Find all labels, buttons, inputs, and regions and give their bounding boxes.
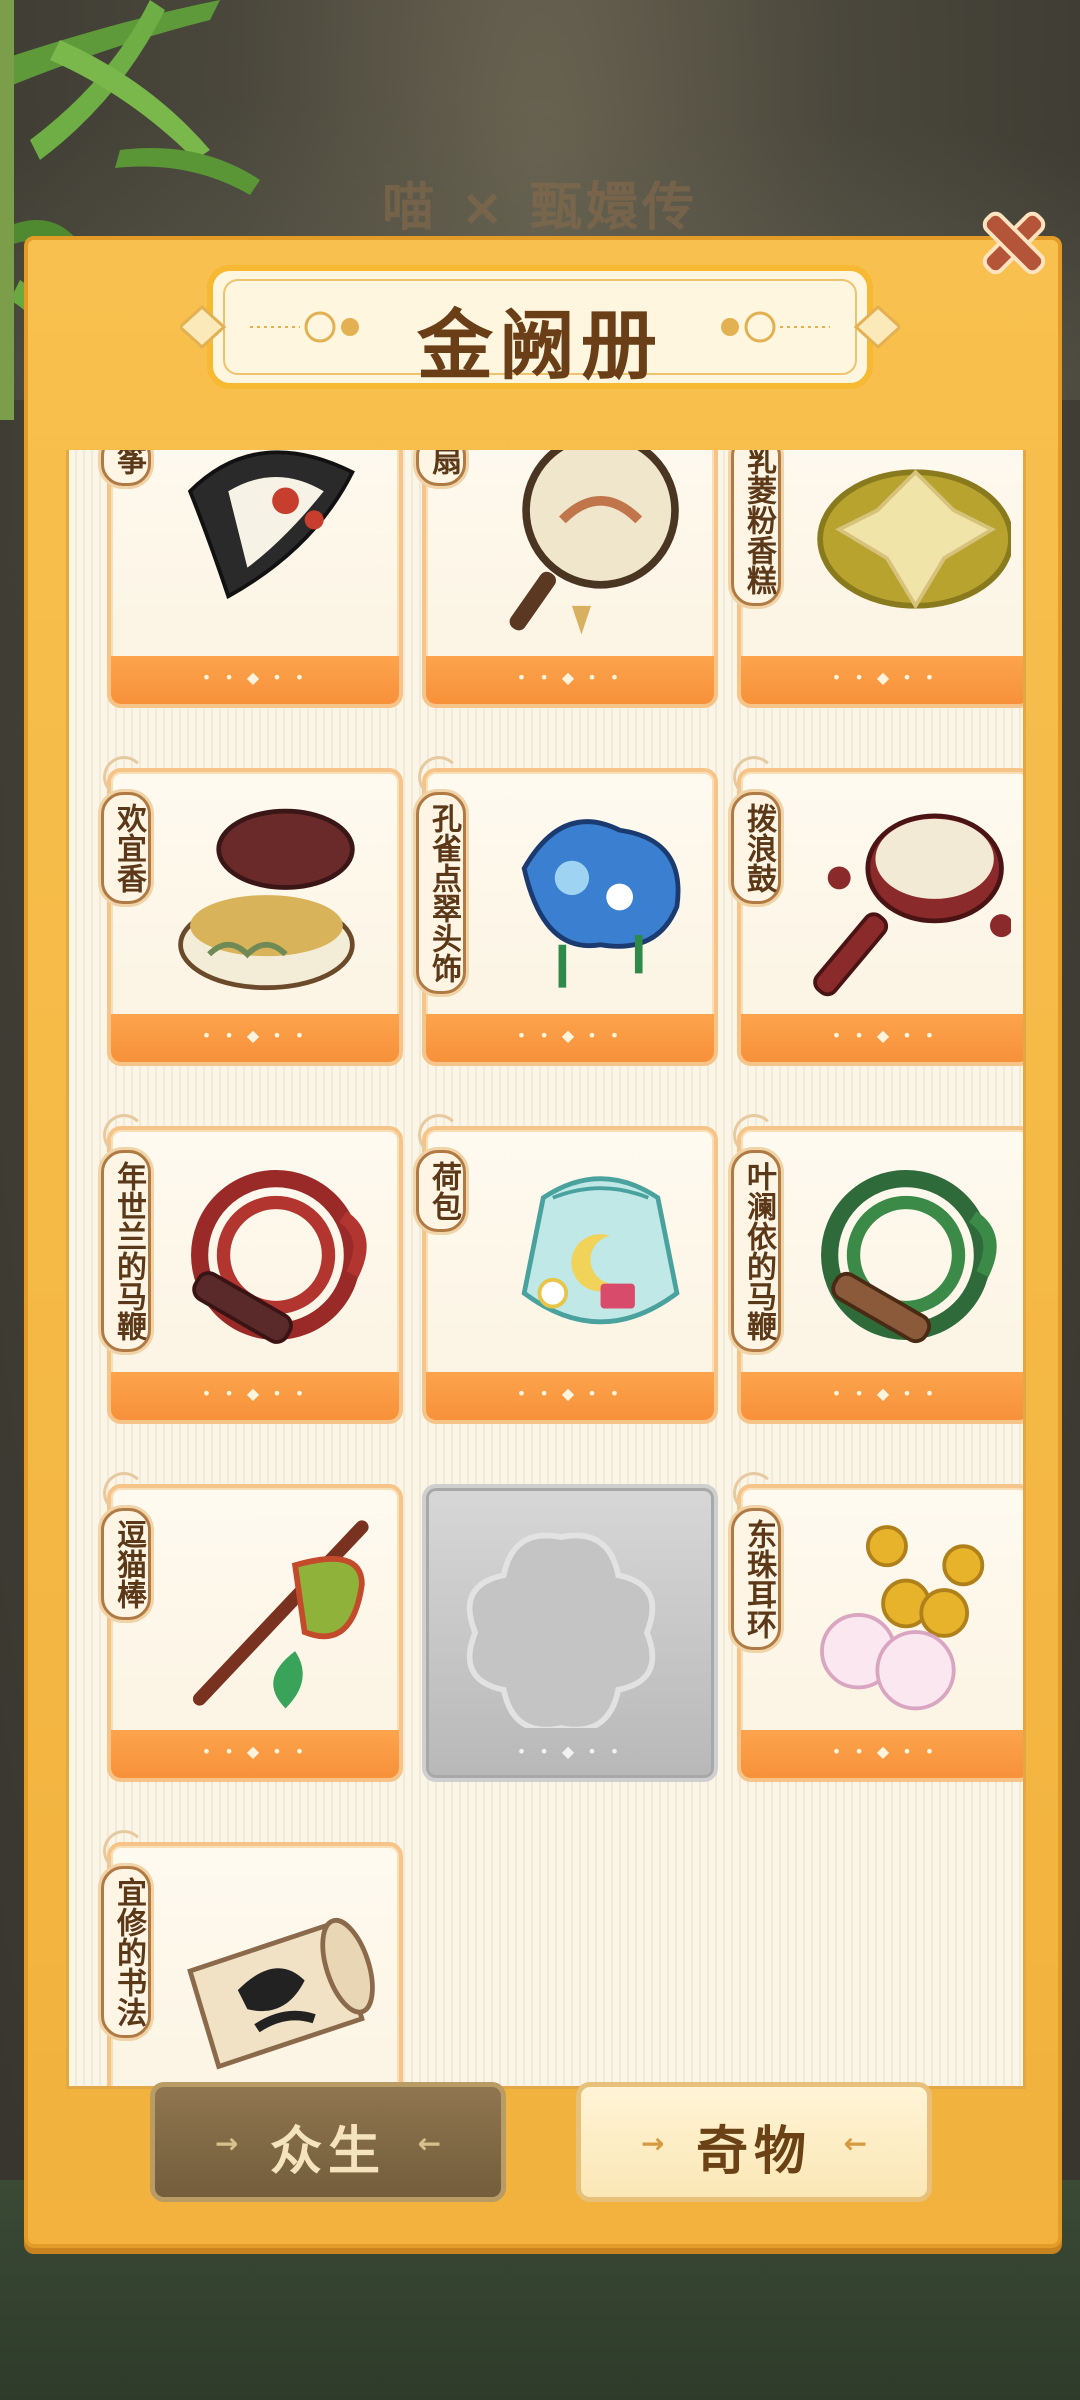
- collection-grid-area: 筝 • • ◆ • • 扇 • • ◆ • • 乳菱粉香糕 • • ◆ • • 欢宜香 • •…: [66, 450, 1026, 2089]
- item-name-label: 拨浪鼓: [731, 792, 781, 904]
- card-footer: • • ◆ • •: [111, 656, 399, 704]
- item-card[interactable]: 拨浪鼓 • • ◆ • •: [731, 756, 1023, 1066]
- item-card[interactable]: 筝 • • ◆ • •: [101, 450, 403, 708]
- cake-plate-icon: [817, 469, 1011, 610]
- item-name-label: 年世兰的马鞭: [101, 1150, 151, 1352]
- collection-scroll-area[interactable]: 筝 • • ◆ • • 扇 • • ◆ • • 乳菱粉香糕 • • ◆ • • 欢宜香 • •…: [69, 450, 1023, 2086]
- collection-panel: 筝 • • ◆ • • 扇 • • ◆ • • 乳菱粉香糕 • • ◆ • • 欢宜香 • •…: [24, 236, 1062, 2248]
- item-card[interactable]: 叶澜依的马鞭 • • ◆ • •: [731, 1114, 1023, 1424]
- item-name-label: 筝: [101, 450, 151, 486]
- round-fan-icon: [509, 450, 679, 635]
- calligraphy-scroll-icon: [187, 1917, 375, 2070]
- rattle-drum-icon: [813, 813, 1011, 997]
- kite-icon: [187, 450, 355, 600]
- ornament-dots-icon: • • ◆ • •: [201, 1384, 309, 1403]
- arrow-left-icon: ←: [417, 2127, 441, 2160]
- ornament-dots-icon: • • ◆ • •: [201, 1742, 309, 1761]
- ornament-dots-icon: • • ◆ • •: [516, 1026, 624, 1045]
- card-footer: • • ◆ • •: [426, 1730, 714, 1778]
- tab-people-label: 众生: [269, 2122, 386, 2182]
- card-footer: • • ◆ • •: [111, 1372, 399, 1420]
- ornament-dots-icon: • • ◆ • •: [831, 1384, 939, 1403]
- card-footer: • • ◆ • •: [426, 656, 714, 704]
- ornament-dots-icon: • • ◆ • •: [516, 1384, 624, 1403]
- item-card[interactable]: 欢宜香 • • ◆ • •: [101, 756, 403, 1066]
- item-name-label: 荷包: [416, 1150, 466, 1232]
- card-footer: • • ◆ • •: [741, 656, 1023, 704]
- green-whip-icon: [821, 1170, 997, 1344]
- item-name-label: 逗猫棒: [101, 1508, 151, 1620]
- item-card[interactable]: 扇 • • ◆ • •: [416, 450, 718, 708]
- item-name-label: 宜修的书法: [101, 1866, 151, 2038]
- incense-box-icon: [178, 808, 355, 991]
- item-grid: 筝 • • ◆ • • 扇 • • ◆ • • 乳菱粉香糕 • • ◆ • • 欢宜香 • •…: [101, 450, 1023, 2086]
- item-card[interactable]: 荷包 • • ◆ • •: [416, 1114, 718, 1424]
- title-plaque: [180, 265, 900, 389]
- ornament-dots-icon: • • ◆ • •: [201, 668, 309, 687]
- locked-item-card[interactable]: • • ◆ • •: [422, 1484, 718, 1782]
- tab-items-label: 奇物: [695, 2122, 812, 2182]
- item-card[interactable]: 乳菱粉香糕 • • ◆ • •: [731, 450, 1023, 708]
- item-card[interactable]: 年世兰的马鞭 • • ◆ • •: [101, 1114, 403, 1424]
- card-footer: • • ◆ • •: [741, 1014, 1023, 1062]
- pearl-earring-icon: [820, 1525, 985, 1711]
- headdress-icon: [521, 819, 681, 988]
- item-name-label: 叶澜依的马鞭: [731, 1150, 781, 1352]
- locked-card-icon: [466, 1532, 656, 1728]
- ornament-dots-icon: • • ◆ • •: [201, 1026, 309, 1045]
- ornament-dots-icon: • • ◆ • •: [516, 1742, 624, 1761]
- item-name-label: 乳菱粉香糕: [731, 450, 781, 606]
- red-whip-icon: [191, 1170, 367, 1344]
- item-name-label: 东珠耳环: [731, 1508, 781, 1650]
- item-card[interactable]: 逗猫棒 • • ◆ • •: [101, 1472, 403, 1782]
- card-footer: • • ◆ • •: [741, 1372, 1023, 1420]
- ornament-dots-icon: • • ◆ • •: [831, 1026, 939, 1045]
- item-name-label: 孔雀点翠头饰: [416, 792, 466, 994]
- game-logo: 喵 × 甄嬛传: [382, 178, 698, 238]
- tab-people[interactable]: → 众生 ←: [150, 2082, 506, 2202]
- item-card[interactable]: 宜修的书法• • ◆ • •: [101, 1830, 403, 2086]
- card-footer: • • ◆ • •: [426, 1014, 714, 1062]
- tab-items[interactable]: → 奇物 ←: [576, 2082, 932, 2202]
- card-footer: • • ◆ • •: [426, 1372, 714, 1420]
- item-name-label: 欢宜香: [101, 792, 151, 904]
- ornament-dots-icon: • • ◆ • •: [831, 1742, 939, 1761]
- item-name-label: 扇: [416, 450, 466, 486]
- close-icon[interactable]: [976, 205, 1052, 281]
- ornament-dots-icon: • • ◆ • •: [516, 668, 624, 687]
- card-footer: • • ◆ • •: [741, 1730, 1023, 1778]
- cat-teaser-icon: [192, 1520, 369, 1709]
- pouch-icon: [521, 1176, 680, 1325]
- arrow-left-icon: ←: [843, 2127, 867, 2160]
- card-footer: • • ◆ • •: [111, 1014, 399, 1062]
- item-card[interactable]: 东珠耳环 • • ◆ • •: [731, 1472, 1023, 1782]
- item-card[interactable]: 孔雀点翠头饰 • • ◆ • •: [416, 756, 718, 1066]
- ornament-dots-icon: • • ◆ • •: [831, 668, 939, 687]
- card-footer: • • ◆ • •: [111, 1730, 399, 1778]
